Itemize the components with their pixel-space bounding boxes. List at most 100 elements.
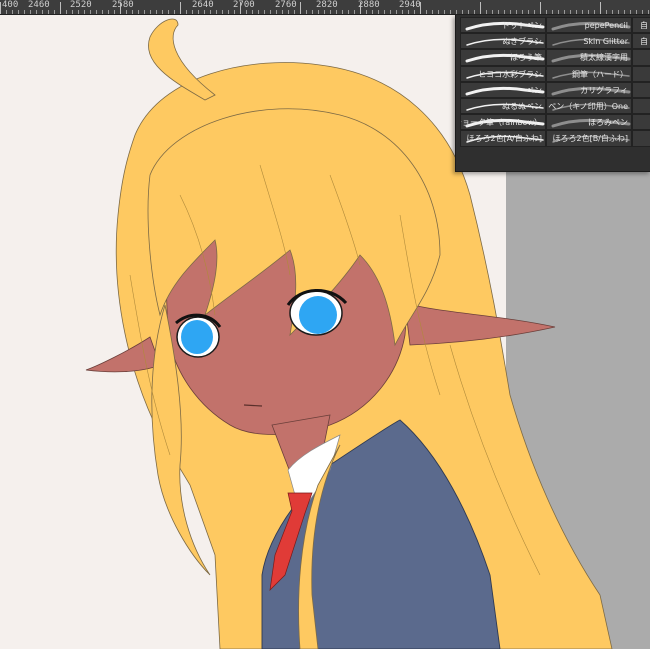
ruler-label: 2700 (233, 0, 255, 10)
ruler-tick (294, 10, 295, 14)
ruler-tick (204, 10, 205, 14)
ruler-tick (312, 10, 313, 14)
ruler-tick (144, 10, 145, 14)
ruler-tick (240, 2, 241, 14)
brush-preset[interactable]: 自 (632, 33, 650, 50)
brush-preset[interactable] (632, 97, 650, 115)
ruler-tick (60, 2, 61, 14)
ruler-tick (258, 10, 259, 14)
ruler-tick (210, 10, 211, 14)
brush-label: カリグラフィ (580, 85, 628, 95)
horizontal-ruler: 400 2460 2520 2580 2640 2700 2760 2820 2… (0, 0, 650, 15)
brush-preset[interactable]: ほろろ2色[B/白ふわ] (546, 130, 632, 147)
brush-preset[interactable] (632, 130, 650, 147)
ruler-tick (444, 10, 445, 14)
ruler-tick (42, 10, 43, 14)
brush-label: ほろろ2色[A/白ふわ] (466, 134, 543, 144)
brush-label: ほろみペン (588, 118, 628, 128)
ruler-tick (156, 10, 157, 14)
ruler-tick (192, 10, 193, 14)
brush-label: 積太線漢字用 (580, 53, 628, 63)
brush-label: Skin Glitter (583, 37, 628, 47)
ruler-tick (246, 10, 247, 14)
ruler-tick (108, 10, 109, 14)
ruler-tick (396, 10, 397, 14)
ruler-tick (132, 10, 133, 14)
ruler-tick (486, 10, 487, 14)
ruler-tick (600, 2, 601, 14)
brush-preset[interactable] (632, 49, 650, 66)
brush-preset[interactable]: 自 (632, 17, 650, 34)
ruler-label: 2580 (112, 0, 134, 10)
brush-label: ペン (526, 85, 542, 95)
left-ear (85, 336, 161, 373)
ruler-tick (558, 10, 559, 14)
ruler-tick (402, 10, 403, 14)
ruler-label: 2760 (275, 0, 297, 10)
ruler-tick (6, 10, 7, 14)
brush-label: チョーク筆（rainbow） (460, 118, 542, 128)
ruler-tick (54, 10, 55, 14)
ruler-tick (342, 10, 343, 14)
brush-preset[interactable]: ほろろ2色[A/白ふわ] (460, 130, 546, 147)
brush-preset[interactable]: カリグラフィ (546, 81, 632, 98)
ruler-tick (468, 10, 469, 14)
brush-label: 自 (640, 37, 648, 47)
ruler-tick (576, 10, 577, 14)
ruler-tick (348, 10, 349, 14)
ruler-tick (234, 10, 235, 14)
brush-preset[interactable]: ほろみペン (546, 114, 632, 131)
brush-grid: ドットペン pepePencil 自ぬきブラシ Skin Glitter 自ほろう筆 積太… (460, 17, 650, 147)
ruler-tick (516, 10, 517, 14)
brush-preset[interactable]: ペン (460, 81, 546, 98)
ruler-tick (426, 10, 427, 14)
ruler-tick (24, 10, 25, 14)
ruler-tick (270, 10, 271, 14)
ruler-tick (120, 2, 121, 14)
ruler-tick (150, 10, 151, 14)
brush-label: ぬるぬペン (502, 101, 542, 111)
ruler-tick (252, 10, 253, 14)
brush-preset[interactable] (632, 114, 650, 131)
ruler-tick (30, 10, 31, 14)
brush-preset[interactable]: 鋼筆（ハード） (546, 65, 632, 82)
brush-preset[interactable]: ペン（キノ印用）One (546, 97, 632, 115)
brush-palette-panel[interactable]: ドットペン pepePencil 自ぬきブラシ Skin Glitter 自ほろう筆 積太… (455, 15, 650, 172)
ruler-tick (180, 2, 181, 14)
brush-preset[interactable]: ぬるぬペン (460, 97, 546, 115)
ruler-tick (228, 10, 229, 14)
ruler-tick (540, 2, 541, 14)
ruler-tick (354, 10, 355, 14)
ruler-tick (438, 10, 439, 14)
ruler-tick (330, 10, 331, 14)
brush-preset[interactable]: Skin Glitter (546, 33, 632, 50)
brush-preset[interactable]: ヒヨコ水彩ブラシ (460, 65, 546, 82)
brush-preset[interactable]: pepePencil (546, 17, 632, 34)
brush-preset[interactable]: チョーク筆（rainbow） (460, 114, 546, 131)
brush-label: 自 (640, 21, 648, 30)
ruler-label: 2520 (70, 0, 92, 10)
brush-preset[interactable]: 積太線漢字用 (546, 49, 632, 66)
ruler-tick (510, 10, 511, 14)
ruler-tick (168, 10, 169, 14)
ruler-tick (216, 10, 217, 14)
brush-label: ペン（キノ印用）One (548, 101, 628, 111)
ruler-tick (552, 10, 553, 14)
ruler-tick (606, 10, 607, 14)
ruler-tick (456, 10, 457, 14)
ruler-tick (624, 10, 625, 14)
brush-preset[interactable]: ほろう筆 (460, 49, 546, 66)
ruler-tick (12, 10, 13, 14)
drawing-canvas[interactable]: ドットペン pepePencil 自ぬきブラシ Skin Glitter 自ほろう筆 積太… (0, 15, 650, 649)
ruler-tick (360, 2, 361, 14)
ruler-tick (462, 10, 463, 14)
ruler-tick (504, 10, 505, 14)
brush-preset[interactable]: ドットペン (460, 17, 546, 34)
ruler-tick (570, 10, 571, 14)
brush-preset[interactable] (632, 81, 650, 98)
ruler-tick (528, 10, 529, 14)
ruler-tick (450, 10, 451, 14)
ruler-tick (18, 10, 19, 14)
brush-preset[interactable] (632, 65, 650, 82)
brush-preset[interactable]: ぬきブラシ (460, 33, 546, 50)
